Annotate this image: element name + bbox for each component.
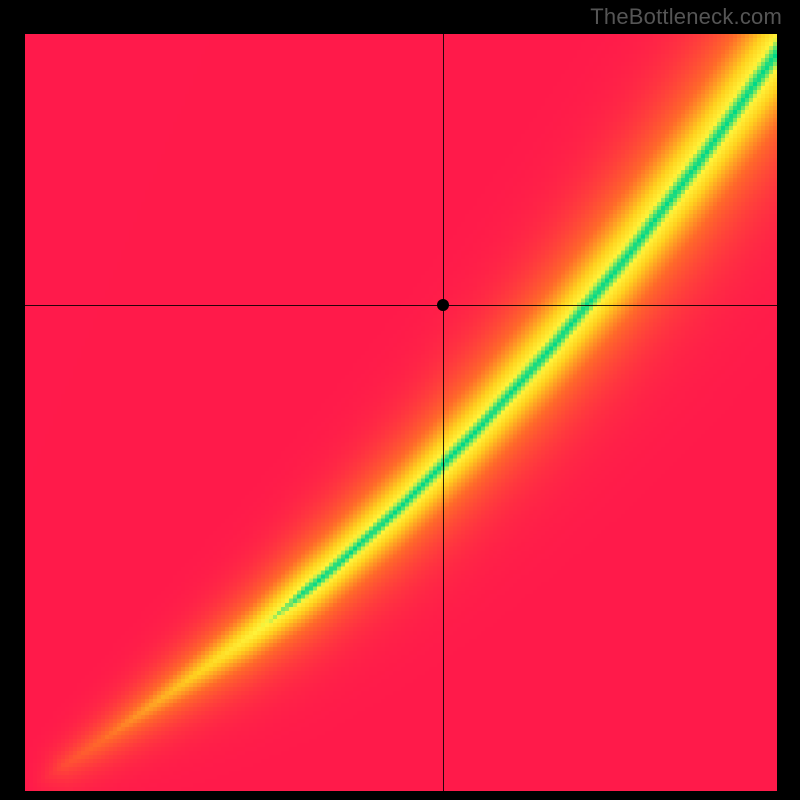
crosshair-horizontal (25, 305, 777, 306)
marker-dot (437, 299, 449, 311)
chart-container: TheBottleneck.com (0, 0, 800, 800)
attribution-text: TheBottleneck.com (590, 4, 782, 30)
heatmap-canvas (25, 34, 777, 791)
crosshair-vertical (443, 34, 444, 791)
